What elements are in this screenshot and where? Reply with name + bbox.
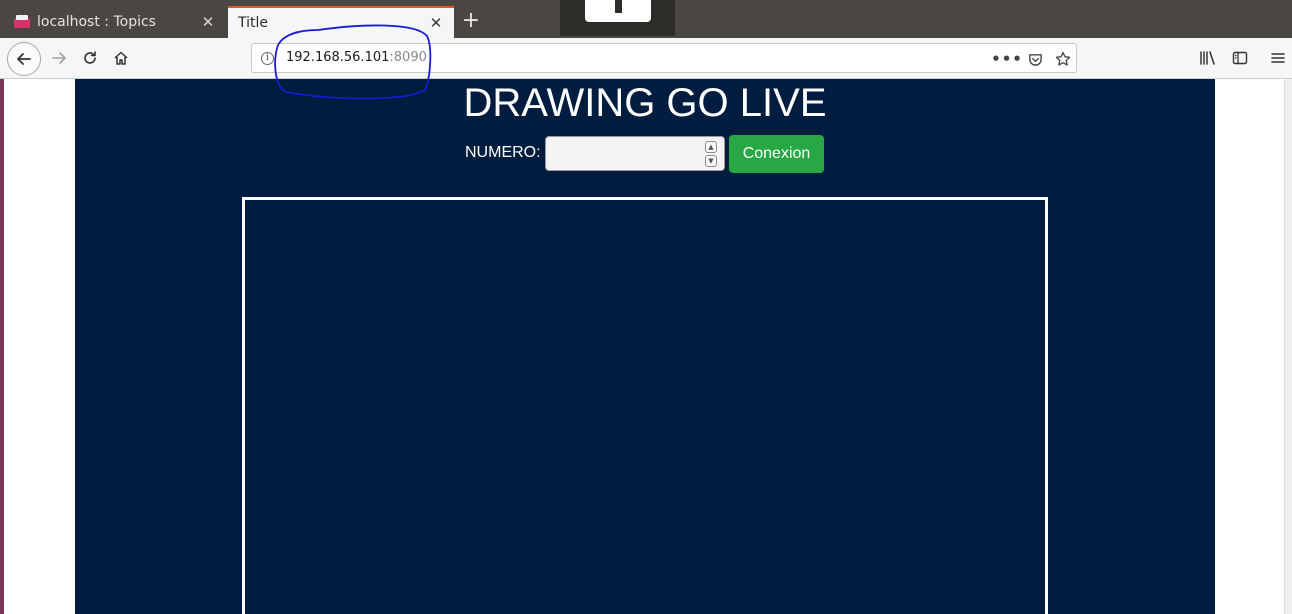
tab-title-active[interactable]: Title ✕: [228, 6, 454, 38]
close-tab-icon[interactable]: ✕: [200, 13, 216, 31]
app-container: DRAWING GO LIVE NUMERO: ▲ ▼ Conexion: [75, 79, 1215, 614]
back-arrow-icon: [17, 53, 31, 65]
window-edge: [0, 79, 4, 614]
page-actions-menu-icon[interactable]: •••: [991, 48, 1022, 70]
screen-overlay-block: [560, 0, 675, 36]
library-icon: [1200, 51, 1215, 65]
page-viewport: DRAWING GO LIVE NUMERO: ▲ ▼ Conexion: [0, 79, 1292, 614]
back-button[interactable]: [7, 42, 41, 76]
sidebar-icon: [1232, 51, 1248, 65]
tab-strip: localhost : Topics ✕ Title ✕ +: [0, 0, 1292, 38]
forward-button[interactable]: [47, 46, 71, 70]
scrollbar[interactable]: [1284, 79, 1292, 614]
spinner-up-icon[interactable]: ▲: [705, 141, 717, 153]
reload-button[interactable]: [78, 46, 102, 70]
topics-favicon-icon: [14, 15, 30, 29]
bookmark-star-icon[interactable]: [1052, 48, 1074, 70]
url-port: :8090: [389, 50, 427, 65]
connect-button[interactable]: Conexion: [729, 135, 824, 173]
main-menu-button[interactable]: [1266, 46, 1290, 70]
home-button[interactable]: [109, 46, 133, 70]
spinner-down-icon[interactable]: ▼: [705, 155, 717, 167]
connect-form: NUMERO: ▲ ▼ Conexion: [75, 135, 1215, 173]
library-button[interactable]: [1196, 46, 1220, 70]
address-bar[interactable]: i 192.168.56.101:8090 •••: [251, 43, 1077, 73]
close-tab-icon[interactable]: ✕: [428, 14, 444, 32]
tab-title: Title: [238, 15, 269, 31]
url-text[interactable]: 192.168.56.101:8090: [286, 50, 427, 65]
forward-arrow-icon: [52, 52, 66, 64]
tab-topics[interactable]: localhost : Topics ✕: [4, 6, 226, 38]
navigation-toolbar: i 192.168.56.101:8090 •••: [0, 38, 1292, 79]
numero-label: NUMERO:: [465, 144, 541, 161]
number-spinner[interactable]: ▲ ▼: [705, 141, 717, 167]
page-title: DRAWING GO LIVE: [463, 81, 827, 125]
drawing-canvas[interactable]: [242, 197, 1048, 614]
tab-title: localhost : Topics: [37, 14, 156, 30]
numero-number-input[interactable]: ▲ ▼: [545, 136, 725, 171]
reload-icon: [84, 51, 96, 64]
hamburger-menu-icon: [1271, 53, 1285, 63]
home-icon: [114, 51, 128, 65]
url-host: 192.168.56.101: [286, 50, 390, 65]
site-info-icon[interactable]: i: [261, 52, 274, 65]
sidebar-toggle-button[interactable]: [1228, 46, 1252, 70]
pocket-icon[interactable]: [1024, 48, 1046, 70]
new-tab-plus-icon[interactable]: +: [458, 8, 484, 34]
